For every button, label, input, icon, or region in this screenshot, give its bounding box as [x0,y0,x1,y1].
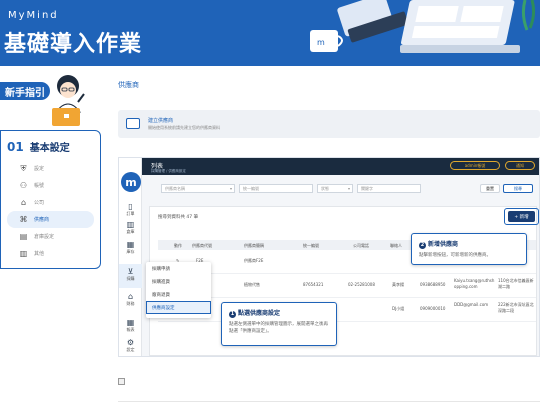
search-button[interactable]: 搜尋 [503,184,533,193]
shield-icon: ⛨ [20,163,27,173]
page-title: 基礎導入作業 [4,32,143,57]
sidebar-item-label: 公司 [34,200,45,206]
add-supplier-button[interactable]: + 新增 [508,211,535,222]
section-heading: 01 基本設定 [7,139,94,154]
users-icon: ⚇ [19,181,28,190]
sidebar-item-company[interactable]: ⌂ 公司 [7,194,94,211]
sidebar-item-accounts[interactable]: ⚇ 帳號 [7,177,94,194]
callout-title: 點選供應商設定 [238,310,281,317]
section-number: 01 [7,140,24,154]
rail-item-stock[interactable]: ▦ 庫存 [119,240,142,255]
callout-description: 點擊新增按鈕，可新增新的供應商。 [419,252,491,258]
purchase-dropdown-menu: 採購申請 採購進貨 廠商退貨 供應商設定 [146,262,211,318]
table-icon: ▦ [126,318,135,327]
callout-title: 新增供應商 [428,241,459,248]
menu-item-purchase-request[interactable]: 採購申請 [146,262,211,275]
brand-label: MyMind [8,10,59,21]
menu-item-vendor-return[interactable]: 廠商退貨 [146,288,211,301]
info-box: 建立供應商 開始使用系統前請先建立您的供應商資料 [118,110,540,138]
building-icon: ▥ [126,220,135,229]
sidebar-card: 01 基本設定 ⛨ 設定 ⚇ 帳號 ⌂ 公司 ⌘ 供應商 ▤ 倉庫設定 ▥ 其他 [0,130,101,269]
broken-image-icon [118,378,125,385]
filter-keyword[interactable]: 關鍵字 [357,184,421,193]
app-breadcrumb: 採購管理 / 供應商設定 [151,169,186,173]
screen-icon [126,118,140,129]
rail-item-warehouse[interactable]: ▥ 倉庫 [119,220,142,235]
sidebar-item-label: 設定 [34,166,45,172]
chevron-down-icon: ▾ [229,186,232,191]
user-menu-button[interactable]: admin帳號 [450,161,500,170]
grid-icon: ▦ [126,240,135,249]
sidebar-item-warehouse[interactable]: ▤ 倉庫設定 [7,228,94,245]
breadcrumb: 供應商 [118,81,139,89]
header-banner: MyMind 基礎導入作業 m [0,0,540,66]
sidebar-item-label: 倉庫設定 [34,234,55,240]
app-rail: m ▯ 訂單 ▥ 倉庫 ▦ 庫存 ⊻ 採購 ⌂ 財務 ▦ 報表 ⚙ 設定 [119,158,142,356]
section-title: 基本設定 [29,143,70,154]
sidebar-item-other[interactable]: ▥ 其他 [7,245,94,262]
sidebar-item-label: 供應商 [34,217,50,223]
rail-item-orders[interactable]: ▯ 訂單 [119,202,142,217]
app-logo: m [121,172,141,192]
filter-status[interactable]: 狀態 ▾ [317,184,353,193]
menu-item-purchase-receive[interactable]: 採購進貨 [146,275,211,288]
svg-text:m: m [317,38,325,47]
rail-item-purchase[interactable]: ⊻ 採購 [119,264,142,288]
info-title: 建立供應商 [148,118,174,124]
building-icon: ⌂ [20,198,27,207]
filter-supplier-name[interactable]: 供應商名稱 ▾ [161,184,235,193]
sidebar-item-settings[interactable]: ⛨ 設定 [7,160,94,177]
reset-button[interactable]: 重置 [480,184,500,193]
rail-item-settings[interactable]: ⚙ 設定 [119,338,142,353]
info-subtitle: 開始使用系統前請先建立您的供應商資料 [148,125,220,130]
rail-item-finance[interactable]: ⌂ 財務 [119,292,142,307]
guide-badge: 新手指引 [0,82,50,100]
step-number: 2 [419,241,426,249]
desk-illustration: m [310,0,536,53]
store-icon: ⌘ [19,215,28,224]
menu-item-supplier-settings[interactable]: 供應商設定 [146,301,211,314]
table-row[interactable]: DJ小姐 0909000010 DDD@gmail.com 222新北市深坑區北… [158,298,536,322]
mascot-illustration [52,75,85,126]
notification-button[interactable]: 通知 [505,161,535,170]
document-icon: ▯ [128,202,133,211]
sidebar-item-supplier[interactable]: ⌘ 供應商 [7,211,94,228]
chart-icon: ▥ [19,249,28,258]
callout-description: 點選左側選單中的採購管理圖示，展開選單之後再點選「供應商設定」。 [229,321,328,334]
sidebar-item-label: 其他 [34,251,45,257]
bank-icon: ⌂ [127,292,134,301]
sidebar-item-label: 帳號 [34,183,45,189]
callout-step-1: 1 點選供應商設定 點選左側選單中的採購管理圖示，展開選單之後再點選「供應商設定」… [221,302,337,346]
step-number: 1 [229,310,236,318]
callout-step-2: 2 新增供應商 點擊新增按鈕，可新增新的供應商。 [411,233,527,265]
rail-item-report[interactable]: ▦ 報表 [119,318,142,333]
chevron-down-icon: ▾ [347,186,350,191]
filter-tax-id[interactable]: 統一編號 [239,184,313,193]
gear-icon: ⚙ [126,338,135,347]
result-count: 搜尋到資料共 47 筆 [158,215,199,220]
warehouse-icon: ▤ [19,232,28,241]
table-row[interactable]: 002 植物代售 87654321 02-25281008 黃李揚 093868… [158,274,536,298]
divider [118,401,540,402]
cart-icon: ⊻ [127,267,134,276]
